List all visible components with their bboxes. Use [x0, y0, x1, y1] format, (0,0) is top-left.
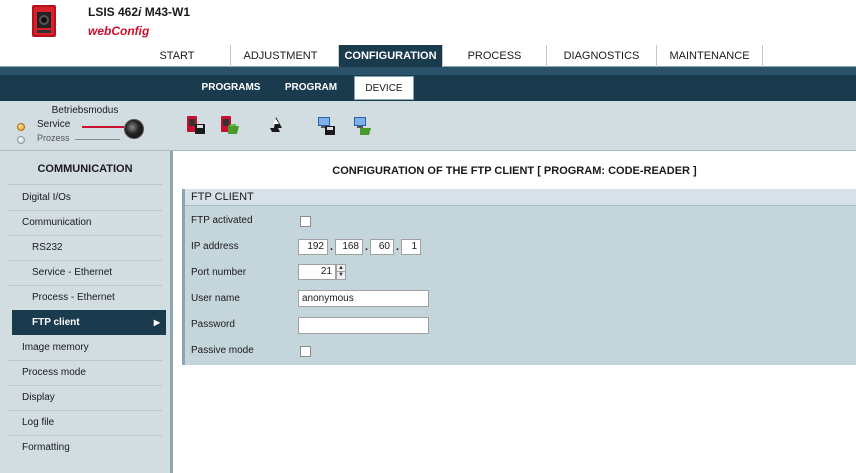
sidebar-item-communication[interactable]: Communication	[0, 210, 170, 235]
ip-octet-1-input[interactable]: 192	[298, 239, 328, 255]
sidebar-item-display[interactable]: Display	[0, 385, 170, 410]
ip-octet-4-input[interactable]: 1	[401, 239, 421, 255]
sidebar-heading: COMMUNICATION	[37, 163, 133, 175]
ip-separator: .	[365, 241, 369, 253]
sidebar-item-service-ethernet[interactable]: Service - Ethernet	[0, 260, 170, 285]
sidebar-item-image-memory[interactable]: Image memory	[0, 335, 170, 360]
ip-octet-3-input[interactable]: 60	[370, 239, 394, 255]
chevron-right-icon: ▶	[153, 318, 160, 327]
tab-adjustment[interactable]: ADJUSTMENT	[230, 45, 330, 67]
ftp-activated-checkbox[interactable]	[300, 216, 311, 227]
mode-toolbar-row: Betriebsmodus Service Prozess	[0, 101, 856, 151]
prozess-led-icon	[17, 136, 25, 144]
subnav-stripe	[0, 67, 856, 75]
main-content: CONFIGURATION OF THE FTP CLIENT [ PROGRA…	[170, 151, 856, 473]
sidebar-item-process-mode[interactable]: Process mode	[0, 360, 170, 385]
sidebar-item-label: FTP client	[32, 317, 80, 328]
user-name-input[interactable]: anonymous	[298, 290, 429, 307]
sidebar-item-digital-ios[interactable]: Digital I/Os	[0, 185, 170, 210]
mode-service-label[interactable]: Service	[37, 119, 70, 130]
tab-diagnostics[interactable]: DIAGNOSTICS	[546, 45, 656, 67]
port-number-stepper[interactable]: ▲ ▼	[336, 264, 346, 280]
recycle-reset-icon[interactable]	[266, 114, 286, 136]
pc-save-icon[interactable]	[316, 114, 336, 136]
tab-process[interactable]: PROCESS	[442, 45, 546, 67]
passive-mode-label: Passive mode	[191, 345, 254, 356]
mode-toggle-knob[interactable]	[124, 119, 144, 139]
ip-separator: .	[330, 241, 334, 253]
operating-mode-switch: Betriebsmodus Service Prozess	[0, 101, 170, 151]
tab-device[interactable]: DEVICE	[354, 76, 414, 100]
page-title: CONFIGURATION OF THE FTP CLIENT [ PROGRA…	[332, 165, 697, 177]
ip-address-label: IP address	[191, 241, 239, 252]
prozess-indicator-line	[75, 139, 120, 140]
chevron-up-icon[interactable]: ▲	[337, 265, 345, 272]
tab-programs[interactable]: PROGRAMS	[192, 76, 270, 100]
sidebar-item-log-file[interactable]: Log file	[0, 410, 170, 435]
ip-separator: .	[396, 241, 400, 253]
device-load-icon[interactable]	[220, 114, 240, 136]
scanner-device-icon	[32, 5, 56, 37]
app-header: LSIS 462i M43-W1 webConfig	[0, 0, 856, 45]
port-number-input[interactable]: 21	[298, 264, 336, 280]
password-label: Password	[191, 319, 235, 330]
mode-title: Betriebsmodus	[51, 105, 119, 116]
sidebar-item-process-ethernet[interactable]: Process - Ethernet	[0, 285, 170, 310]
service-led-icon	[17, 123, 25, 131]
pc-load-icon[interactable]	[352, 114, 372, 136]
ftp-activated-label: FTP activated	[191, 215, 253, 226]
tab-configuration[interactable]: CONFIGURATION	[338, 45, 442, 67]
tab-start[interactable]: START	[150, 45, 204, 67]
ftp-client-panel: FTP CLIENT FTP activated IP address 192 …	[182, 189, 856, 365]
device-save-icon[interactable]	[186, 114, 206, 136]
port-number-label: Port number	[191, 267, 247, 278]
chevron-down-icon[interactable]: ▼	[337, 272, 345, 279]
sub-navigation: PROGRAMS PROGRAM DEVICE	[0, 67, 856, 101]
app-name: webConfig	[88, 24, 150, 38]
mode-prozess-label[interactable]: Prozess	[37, 133, 70, 143]
tab-empty	[762, 45, 856, 67]
passive-mode-checkbox[interactable]	[300, 346, 311, 357]
tab-program[interactable]: PROGRAM	[278, 76, 344, 100]
user-name-label: User name	[191, 293, 240, 304]
sidebar-item-rs232[interactable]: RS232	[0, 235, 170, 260]
main-navigation: START ADJUSTMENT CONFIGURATION PROCESS D…	[0, 45, 856, 67]
ip-octet-2-input[interactable]: 168	[335, 239, 363, 255]
service-indicator-line	[82, 126, 124, 128]
product-name: LSIS 462i M43-W1	[88, 5, 191, 19]
tab-maintenance[interactable]: MAINTENANCE	[656, 45, 762, 67]
sidebar-item-formatting[interactable]: Formatting	[0, 435, 170, 460]
password-input[interactable]	[298, 317, 429, 334]
sidebar-item-ftp-client[interactable]: FTP client ▶	[12, 310, 166, 335]
panel-title: FTP CLIENT	[185, 189, 856, 206]
sidebar: COMMUNICATION Digital I/Os Communication…	[0, 151, 170, 473]
